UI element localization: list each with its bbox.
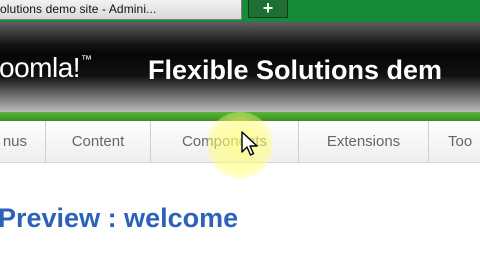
site-title: Flexible Solutions dem	[148, 55, 443, 85]
logo-trademark: ™	[81, 54, 92, 66]
plus-icon: +	[262, 0, 274, 18]
menu-item-label: Content	[71, 133, 125, 150]
logo-text: oomla!	[0, 52, 81, 83]
menu-item-tools[interactable]: Too	[429, 121, 480, 163]
mouse-pointer-icon	[241, 131, 258, 156]
browser-tab-title: olutions demo site - Admini...	[0, 2, 157, 16]
new-tab-button[interactable]: +	[248, 0, 288, 18]
header-gloss	[0, 22, 480, 44]
menu-item-menus[interactable]: nus	[0, 121, 46, 163]
menu-item-label: Extensions	[326, 133, 401, 150]
menu-item-extensions[interactable]: Extensions	[299, 121, 429, 163]
cursor-highlight	[207, 112, 273, 178]
page-title: Preview : welcome	[0, 203, 239, 233]
browser-tab-bar: olutions demo site - Admini... +	[0, 0, 480, 22]
menu-item-label: Too	[448, 133, 473, 150]
menu-item-label: nus	[2, 133, 27, 150]
browser-tab[interactable]: olutions demo site - Admini...	[0, 0, 242, 20]
joomla-logo: oomla!™	[0, 52, 92, 84]
admin-header: oomla!™ Flexible Solutions dem	[0, 22, 480, 112]
menu-item-content[interactable]: Content	[46, 121, 151, 163]
